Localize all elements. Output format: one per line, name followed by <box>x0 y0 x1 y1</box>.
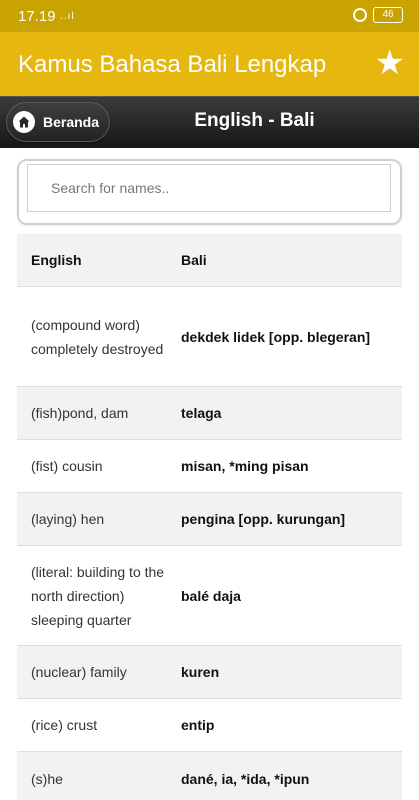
cell-bali: misan, *ming pisan <box>181 458 309 474</box>
cell-english: (literal: building to the north directio… <box>31 563 165 628</box>
table-row[interactable]: (fish)pond, dam telaga <box>17 387 402 440</box>
cell-bali: telaga <box>181 405 222 421</box>
cell-english: (fish)pond, dam <box>31 405 129 421</box>
cell-bali: dané, ia, *ida, *ipun <box>181 770 310 787</box>
cell-english: (fist) cousin <box>31 458 103 474</box>
alarm-icon <box>353 8 367 22</box>
table-header: English Bali <box>17 234 402 287</box>
table-row[interactable]: (s)he dané, ia, *ida, *ipun <box>17 752 402 800</box>
home-button-label: Beranda <box>43 114 100 130</box>
cell-bali: balé daja <box>181 587 241 604</box>
cell-bali: pengina [opp. kurungan] <box>181 511 346 527</box>
cell-english: (s)he <box>31 770 63 787</box>
table-row[interactable]: (nuclear) family kuren <box>17 646 402 699</box>
status-indicators: 46 <box>353 7 403 23</box>
table-row[interactable]: (laying) hen pengina [opp. kurungan] <box>17 493 402 546</box>
status-bar: 17.19 ..ıl 46 <box>0 0 419 32</box>
table-row[interactable]: (compound word) completely destroyed dek… <box>17 287 402 387</box>
table-row[interactable]: (literal: building to the north directio… <box>17 546 402 646</box>
cell-bali: dekdek lidek [opp. blegeran] <box>181 328 371 345</box>
app-title: Kamus Bahasa Bali Lengkap <box>18 51 327 78</box>
nav-bar: Beranda English - Bali <box>0 96 419 148</box>
cell-bali: entip <box>181 717 215 733</box>
star-icon[interactable]: ★ <box>375 44 405 82</box>
signal-icon: ..ıl <box>60 11 75 22</box>
table-row[interactable]: (rice) crust entip <box>17 699 402 752</box>
header-english: English <box>31 252 82 268</box>
cell-english: (compound word) completely destroyed <box>31 316 164 357</box>
app-bar: Kamus Bahasa Bali Lengkap ★ <box>0 32 419 96</box>
status-time: 17.19 <box>18 8 56 25</box>
cell-english: (laying) hen <box>31 511 105 527</box>
home-button[interactable]: Beranda <box>6 102 110 142</box>
home-icon <box>13 111 35 133</box>
table-row[interactable]: (fist) cousin misan, *ming pisan <box>17 440 402 493</box>
cell-english: (rice) crust <box>31 717 98 733</box>
dictionary-table: English Bali (compound word) completely … <box>17 234 402 800</box>
cell-english: (nuclear) family <box>31 664 127 680</box>
battery-icon: 46 <box>373 7 403 23</box>
page-title: English - Bali <box>194 110 315 131</box>
search-input[interactable] <box>27 164 391 212</box>
cell-bali: kuren <box>181 664 220 680</box>
search-container <box>17 159 402 225</box>
header-bali: Bali <box>181 252 207 268</box>
